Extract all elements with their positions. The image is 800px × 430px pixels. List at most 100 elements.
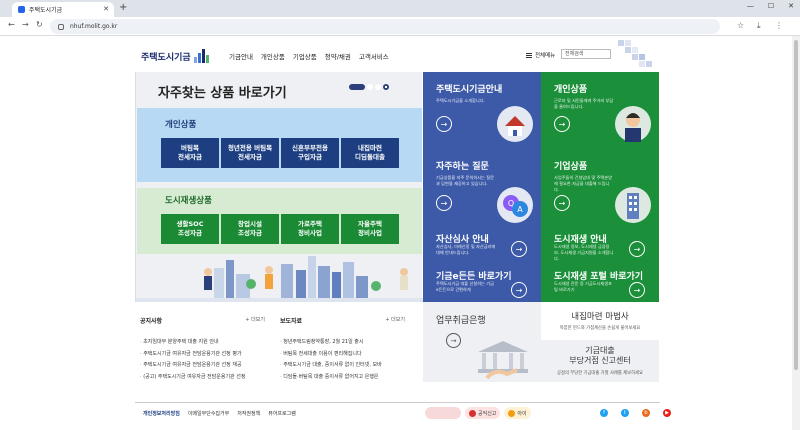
svg-text:A: A <box>517 205 523 214</box>
privacy-link[interactable]: 개인정보처리방침 <box>143 410 180 417</box>
download-icon[interactable]: ⤓ <box>757 21 761 31</box>
nav-subscription[interactable]: 청약/채권 <box>325 51 351 61</box>
product-button-street-housing[interactable]: 가로주택 정비사업 <box>281 214 339 244</box>
twitter-icon[interactable]: t <box>621 409 629 417</box>
tile-urban-info[interactable]: 도시재생 안내 도시재생 정보, 도시재생 금융정보, 도시재생 기금지원을 소… <box>541 227 659 265</box>
notice-box: 공지사항 + 더보기 초지임대부 분양주택 대출 지원 안내 주택도시기금 여유… <box>140 316 265 383</box>
footer: 개인정보처리방침 이메일무단수집거부 저작권정책 뷰어프로그램 공익신고 아이 … <box>135 402 671 424</box>
banner-child[interactable]: 아이 <box>504 407 531 419</box>
arrow-right-icon[interactable]: → <box>554 116 570 132</box>
slide-dot[interactable] <box>375 84 381 90</box>
new-tab-icon[interactable]: + <box>119 2 127 13</box>
tile-faq[interactable]: 자주하는 질문 기금상품을 자주 문의하시는 질문과 답변을 제공하고 있습니다… <box>423 149 541 227</box>
tile-title: 개인상품 <box>554 85 588 95</box>
youtube-icon[interactable]: ▶ <box>663 409 671 417</box>
arrow-right-icon[interactable]: → <box>446 333 461 348</box>
nav-business[interactable]: 기업상품 <box>293 51 317 61</box>
slide-dot-active[interactable] <box>349 84 365 90</box>
tile-personal[interactable]: 개인상품 근로자 및 서민들에게 주거비 부담을 줄여드립니다. → <box>541 72 659 149</box>
arrow-right-icon[interactable]: → <box>436 116 452 132</box>
tile-desc: 주택도시기금 대출 신청하는 기금e든든으로 간편하게 <box>436 281 494 292</box>
maximize-icon[interactable]: ☐ <box>768 2 774 10</box>
arrow-right-icon[interactable]: → <box>436 195 452 211</box>
quick-product-panel: 자주찾는 상품 바로가기 개인상품 버팀목 전세자금 청년전용 버팀목 전세자금… <box>135 72 423 302</box>
product-button-self-housing[interactable]: 자율주택 정비사업 <box>341 214 399 244</box>
arrow-right-icon[interactable]: → <box>511 241 527 257</box>
close-tab-icon[interactable]: ✕ <box>103 5 109 13</box>
minimize-icon[interactable]: — <box>747 2 754 10</box>
tile-desc: 도시재생 전문 정 기금도시재생포털 바로가기 <box>554 281 612 292</box>
product-button-jeonse[interactable]: 버팀목 전세자금 <box>161 138 219 168</box>
tile-fund-info[interactable]: 주택도시기금안내 주택도시기금을 소개합니다. → <box>423 72 541 149</box>
scrollbar-thumb[interactable] <box>794 40 798 370</box>
banner-campaign[interactable] <box>425 407 461 419</box>
tile-desc: 근로자 및 서민들에게 주거비 부담을 줄여드립니다. <box>554 98 614 109</box>
reload-icon[interactable]: ↻ <box>36 20 43 29</box>
list-item[interactable]: 주택도시기금 대출, 중이서류 없이 인터넷, 모바 <box>280 360 405 372</box>
tab-title: 주택도시기금 <box>29 7 63 14</box>
blog-icon[interactable]: b <box>642 409 650 417</box>
url-field[interactable]: nhuf.molit.go.kr <box>50 19 720 34</box>
menu-icon[interactable]: ⋮ <box>775 21 783 30</box>
product-button-didimdol[interactable]: 내집마련 디딤돌대출 <box>341 138 399 168</box>
list-item[interactable]: 주택도시기금 여유자금 전담운용기관 선정 평가 <box>140 349 265 361</box>
tile-asset-review[interactable]: 자산심사 안내 자산심사, 미래산정 및 자산금리에 대해 안내드립니다. → <box>423 227 541 265</box>
extensions-icon[interactable]: ☆ <box>737 21 744 30</box>
list-item[interactable]: 초지임대부 분양주택 대출 지원 안내 <box>140 337 265 349</box>
copyright-link[interactable]: 저작권정책 <box>237 410 260 417</box>
browser-tab[interactable]: 주택도시기금 ✕ <box>12 2 114 17</box>
list-item[interactable]: 주택도시기금 여유자금 전담운용기관 선정 재공 <box>140 360 265 372</box>
quick-title: 자주찾는 상품 바로가기 <box>158 86 287 101</box>
list-item[interactable]: 버팀목 전세대출 이용이 편리해집니다 <box>280 349 405 361</box>
arrow-right-icon[interactable]: → <box>629 241 645 257</box>
site-logo[interactable]: 주택도시기금 <box>141 49 209 63</box>
partner-bank-tile[interactable]: 업무취급은행 → <box>423 302 541 382</box>
facebook-icon[interactable]: f <box>600 409 608 417</box>
all-menu-button[interactable]: 전체메뉴 <box>526 51 555 59</box>
list-item[interactable]: 청년주택드림청약통장, 2월 21일 출시 <box>280 337 405 349</box>
list-item[interactable]: (공고) 주택도시기금 여유자금 전담운용기관 선정 <box>140 372 265 384</box>
tile-desc: 주택도시기금을 소개합니다. <box>436 98 485 103</box>
magic-title: 내집마련 마법사 <box>571 312 629 322</box>
product-button-newlywed[interactable]: 신혼부부전용 구입자금 <box>281 138 339 168</box>
search-select[interactable]: 전체검색 <box>561 49 611 59</box>
report-center-tile[interactable]: 기금대출 부당거점 신고센터 공정의 부당한 기금대출 거절 사례를 제보하세요 <box>541 340 659 382</box>
banner-public-report[interactable]: 공익신고 <box>465 407 501 419</box>
product-button-youth-jeonse[interactable]: 청년전용 버팀목 전세자금 <box>221 138 279 168</box>
arrow-right-icon[interactable]: → <box>511 282 527 298</box>
nav-customer[interactable]: 고객서비스 <box>359 51 389 61</box>
tile-business[interactable]: 기업상품 사업주들의 건설임대 및 주택분양에 필요한 자금을 대출해 드립니다… <box>541 149 659 227</box>
email-policy-link[interactable]: 이메일무단수집거부 <box>188 410 229 417</box>
forward-icon[interactable]: → <box>22 20 29 29</box>
home-wizard-tile[interactable]: 내집마련 마법사 복잡한 펀드와 가점계산을 손쉽게 풀어보세요 <box>541 302 659 340</box>
tile-fund-e[interactable]: 기금e든든 바로가기 주택도시기금 대출 신청하는 기금e든든으로 간편하게 → <box>423 265 541 302</box>
press-more-link[interactable]: + 더보기 <box>385 316 405 323</box>
main-nav: 기금안내 개인상품 기업상품 청약/채권 고객서비스 <box>229 51 389 61</box>
notice-more-link[interactable]: + 더보기 <box>245 316 265 323</box>
banner-label: 아이 <box>517 410 527 417</box>
report-title: 기금대출 부당거점 신고센터 <box>569 346 631 365</box>
tile-desc: 자산심사, 미래산정 및 자산금리에 대해 안내드립니다. <box>436 244 496 255</box>
child-icon <box>508 409 516 417</box>
notice-list: 초지임대부 분양주택 대출 지원 안내 주택도시기금 여유자금 전담운용기관 선… <box>140 337 265 383</box>
footer-banners: 공익신고 아이 <box>425 407 531 419</box>
site-info-icon[interactable] <box>58 23 64 30</box>
browser-tab-bar: 주택도시기금 ✕ + — ☐ ✕ <box>0 0 800 17</box>
arrow-right-icon[interactable]: → <box>629 282 645 298</box>
social-links: f t b ▶ <box>600 409 671 417</box>
viewer-link[interactable]: 뷰어프로그램 <box>268 410 296 417</box>
arrow-right-icon[interactable]: → <box>554 195 570 211</box>
back-icon[interactable]: ← <box>8 20 15 29</box>
product-button-startup[interactable]: 창업시설 조성자금 <box>221 214 279 244</box>
nav-personal[interactable]: 개인상품 <box>261 51 285 61</box>
bank-building-icon <box>478 341 528 380</box>
site-favicon-icon <box>18 6 25 13</box>
tile-urban-portal[interactable]: 도시재생 포털 바로가기 도시재생 전문 정 기금도시재생포털 바로가기 → <box>541 265 659 302</box>
list-item[interactable]: 디딤돌·버팀목 대출 중이서류 없어지고 은행은 <box>280 372 405 384</box>
nav-fund-info[interactable]: 기금안내 <box>229 51 253 61</box>
product-button-soc[interactable]: 생활SOC 조성자금 <box>161 214 219 244</box>
slide-dot[interactable] <box>367 84 373 90</box>
close-window-icon[interactable]: ✕ <box>788 2 794 10</box>
header-decoration <box>610 36 665 72</box>
pause-icon[interactable] <box>383 84 389 90</box>
